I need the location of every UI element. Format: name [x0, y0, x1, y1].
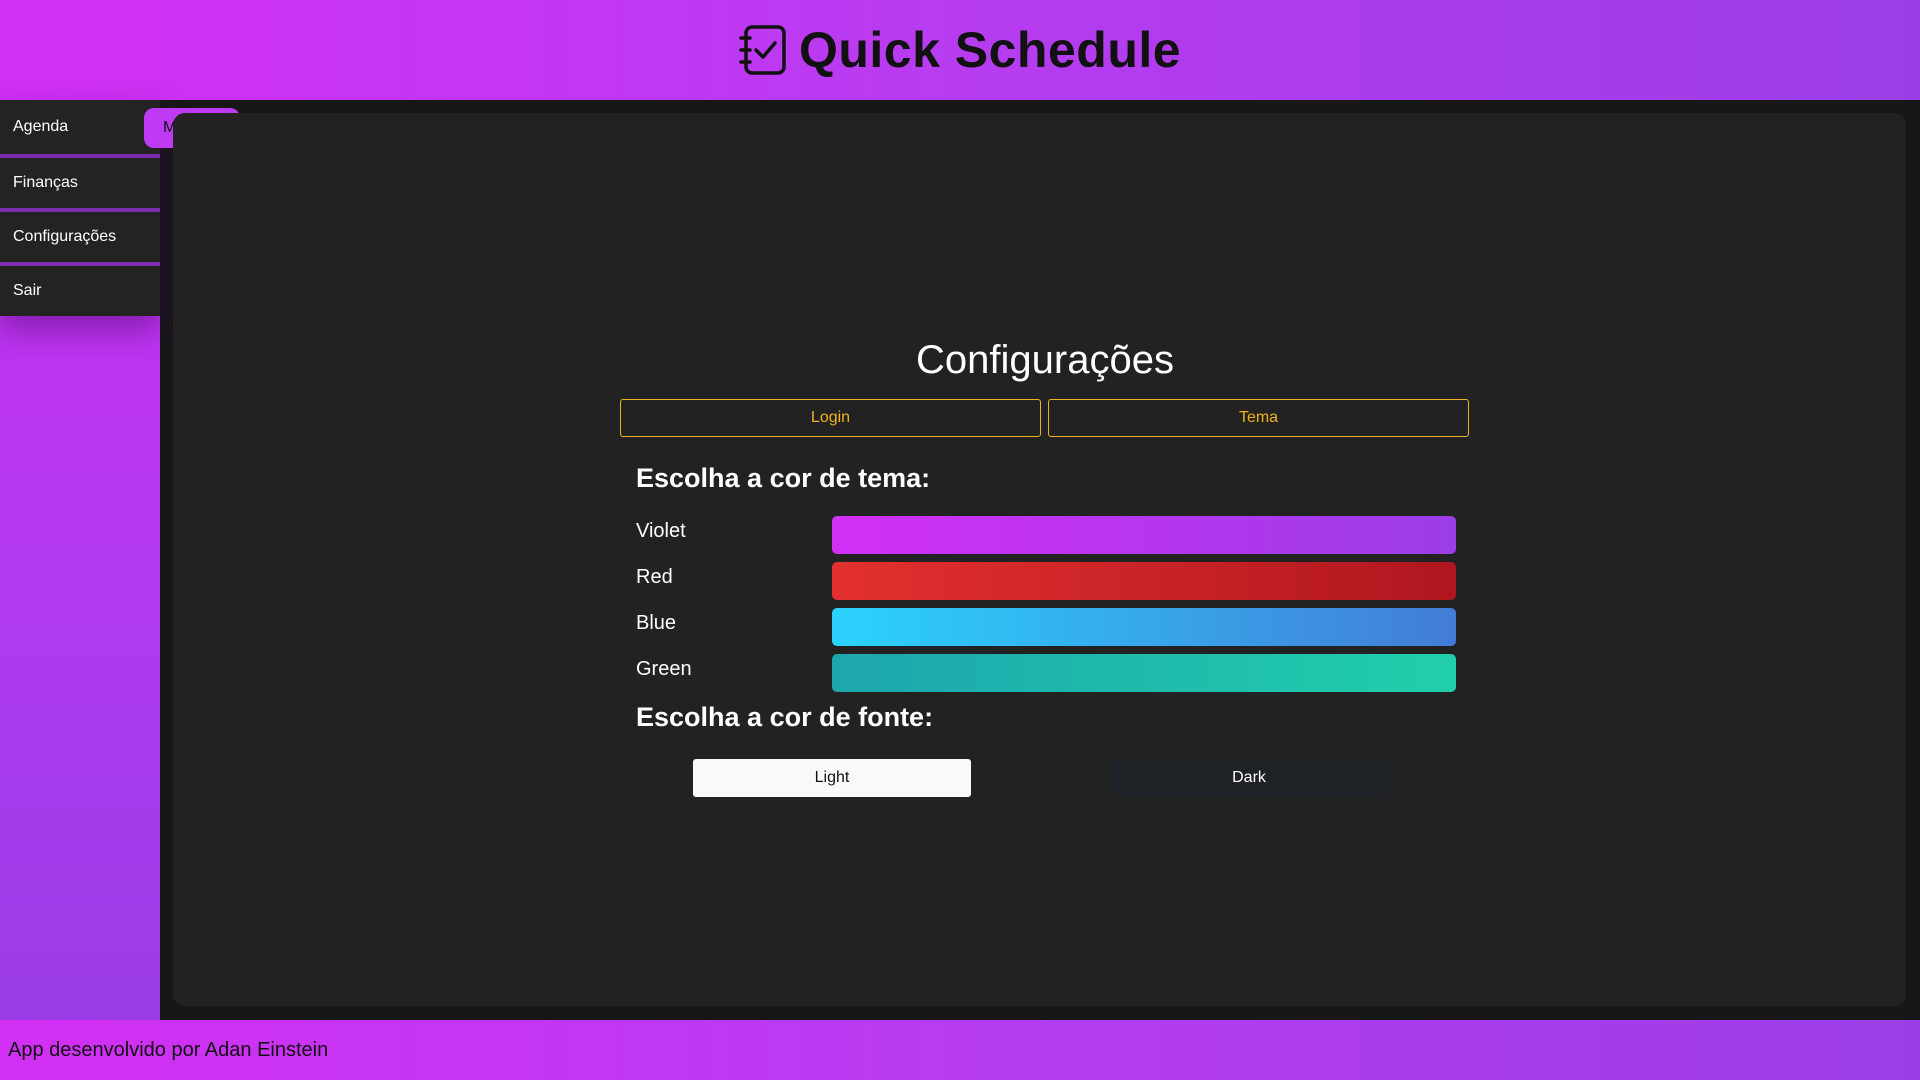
sidebar-item-financas[interactable]: Finanças [0, 158, 160, 212]
settings-tabs: Login Tema [620, 399, 1470, 437]
brand: Quick Schedule [739, 21, 1181, 79]
app-header: Quick Schedule [0, 0, 1920, 100]
sidebar-item-label: Sair [13, 282, 42, 299]
page-title: Configurações [916, 338, 1174, 382]
theme-option-blue: Blue [636, 604, 1470, 650]
app-footer: App desenvolvido por Adan Einstein [0, 1020, 1920, 1080]
theme-swatch-violet[interactable] [832, 516, 1456, 554]
font-color-heading: Escolha a cor de fonte: [636, 702, 934, 732]
settings-panel: Configurações Login Tema Escolha a cor d… [620, 338, 1470, 797]
main-content: Configurações Login Tema Escolha a cor d… [173, 113, 1906, 1006]
font-color-options: Light Dark [693, 759, 1470, 797]
tab-login[interactable]: Login [620, 399, 1041, 437]
theme-label: Violet [636, 519, 686, 542]
theme-option-red: Red [636, 558, 1470, 604]
checklist-notebook-icon [739, 25, 786, 75]
theme-color-list: Violet Red Blue Green [636, 512, 1470, 696]
theme-swatch-red[interactable] [832, 562, 1456, 600]
footer-credit: App desenvolvido por Adan Einstein [8, 1038, 329, 1061]
sidebar-item-label: Agenda [13, 118, 69, 135]
font-light-button[interactable]: Light [693, 759, 971, 797]
sidebar-item-label: Finanças [13, 174, 78, 191]
sidebar-item-sair[interactable]: Sair [0, 266, 160, 316]
theme-color-heading: Escolha a cor de tema: [636, 463, 931, 493]
sidebar-item-configuracoes[interactable]: Configurações [0, 212, 160, 266]
sidebar-item-label: Configurações [13, 228, 117, 245]
app-title: Quick Schedule [798, 22, 1182, 78]
theme-label: Red [636, 565, 673, 588]
theme-swatch-green[interactable] [832, 654, 1456, 692]
sidebar-menu: Agenda Finanças Configurações Sair [0, 100, 160, 316]
theme-swatch-blue[interactable] [832, 608, 1456, 646]
theme-label: Blue [636, 611, 677, 634]
sidebar-item-agenda[interactable]: Agenda [0, 100, 160, 158]
theme-option-violet: Violet [636, 512, 1470, 558]
sidebar: Agenda Finanças Configurações Sair [0, 100, 160, 1020]
font-dark-button[interactable]: Dark [1110, 759, 1388, 797]
theme-label: Green [636, 657, 692, 680]
theme-option-green: Green [636, 650, 1470, 696]
tab-tema[interactable]: Tema [1048, 399, 1469, 437]
